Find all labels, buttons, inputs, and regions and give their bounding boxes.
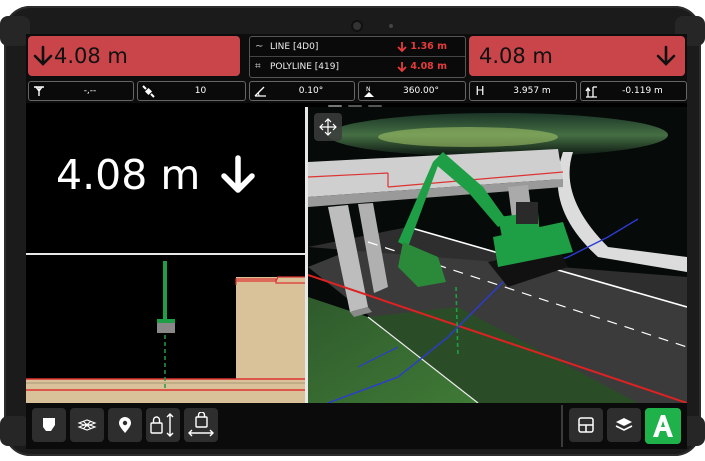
arrow-down-icon (397, 62, 407, 72)
heading-value: 360.00° (403, 86, 439, 96)
app-menu-button[interactable] (645, 408, 681, 444)
height-value: 3.957 m (513, 86, 551, 96)
lock-horizontal-icon (188, 412, 214, 437)
lock-vertical-icon (150, 413, 174, 437)
satellite-icon (140, 84, 156, 98)
right-deviation-value: 4.08 m (479, 44, 553, 68)
polyline-row[interactable]: ⌗ POLYLINE [419] 4.08 m (250, 57, 465, 76)
3d-scene-drawing (308, 107, 687, 403)
3d-view[interactable] (308, 107, 687, 403)
layers-button[interactable] (607, 408, 641, 442)
tablet-frame: 4.08 m ∼ LINE [4D0] 1.36 m ⌗ POLYLINE [4… (0, 6, 705, 456)
toolbar-divider (561, 405, 563, 447)
bottom-toolbar (26, 403, 687, 449)
heading[interactable]: N 360.00° (358, 81, 466, 101)
left-deviation-box[interactable]: 4.08 m (28, 36, 240, 76)
gnss-status[interactable]: -,-- (28, 81, 134, 101)
lock-horizontal-button[interactable] (184, 408, 218, 442)
slope-value: 0.10° (298, 86, 324, 96)
polyline-value: 4.08 m (410, 61, 447, 72)
gnss-value: -,-- (83, 86, 97, 96)
guidance-lines-panel[interactable]: ∼ LINE [4D0] 1.36 m ⌗ POLYLINE [419] 4.0… (249, 36, 466, 78)
svg-text:N: N (366, 86, 371, 93)
layout-button[interactable] (569, 408, 603, 442)
left-deviation-value: 4.08 m (54, 44, 128, 68)
bucket-button[interactable] (32, 408, 66, 442)
big-deviation-readout: 4.08 m (56, 151, 258, 199)
big-deviation-value: 4.08 m (56, 151, 201, 199)
profile-view[interactable] (26, 255, 305, 403)
crosshair-arrows-icon (319, 118, 337, 136)
arrow-down-icon (397, 42, 407, 52)
line-row[interactable]: ∼ LINE [4D0] 1.36 m (250, 37, 465, 56)
height-icon: H (475, 84, 485, 98)
elevation-diff[interactable]: -0.119 m (580, 81, 687, 101)
surface-button[interactable] (70, 408, 104, 442)
elevation-diff-icon (583, 85, 599, 98)
slope-angle-icon (252, 85, 268, 97)
sensor (389, 24, 393, 28)
right-deviation-box[interactable]: 4.08 m (469, 36, 685, 76)
layers-icon (615, 418, 633, 431)
polyline-icon: ⌗ (255, 61, 261, 72)
satellite-count[interactable]: 10 (137, 81, 246, 101)
slope-angle[interactable]: 0.10° (249, 81, 355, 101)
line-value: 1.36 m (410, 41, 447, 52)
app-logo-icon (653, 415, 673, 437)
app-screen: 4.08 m ∼ LINE [4D0] 1.36 m ⌗ POLYLINE [4… (26, 34, 687, 449)
line-label: LINE [4D0] (270, 41, 319, 52)
view-center-button[interactable] (314, 113, 342, 141)
lock-vertical-button[interactable] (146, 408, 180, 442)
height-readout[interactable]: H 3.957 m (469, 81, 577, 101)
layout-icon (578, 417, 594, 433)
readout-panel: 4.08 m (26, 107, 305, 403)
elevation-diff-value: -0.119 m (622, 86, 663, 96)
arrow-down-icon (656, 45, 676, 66)
location-button[interactable] (108, 408, 142, 442)
location-pin-icon (119, 417, 131, 433)
surface-icon (77, 419, 97, 431)
arrow-down-icon (33, 45, 53, 66)
arrow-down-icon (221, 155, 256, 193)
profile-drawing (26, 261, 305, 403)
gnss-antenna-icon (31, 85, 47, 97)
bucket-icon (43, 418, 55, 431)
north-heading-icon: N (361, 85, 377, 98)
polyline-label: POLYLINE [419] (270, 61, 339, 72)
line-icon: ∼ (255, 41, 264, 52)
camera (353, 22, 361, 30)
satellite-value: 10 (194, 86, 207, 96)
top-bar: 4.08 m ∼ LINE [4D0] 1.36 m ⌗ POLYLINE [4… (26, 34, 687, 103)
